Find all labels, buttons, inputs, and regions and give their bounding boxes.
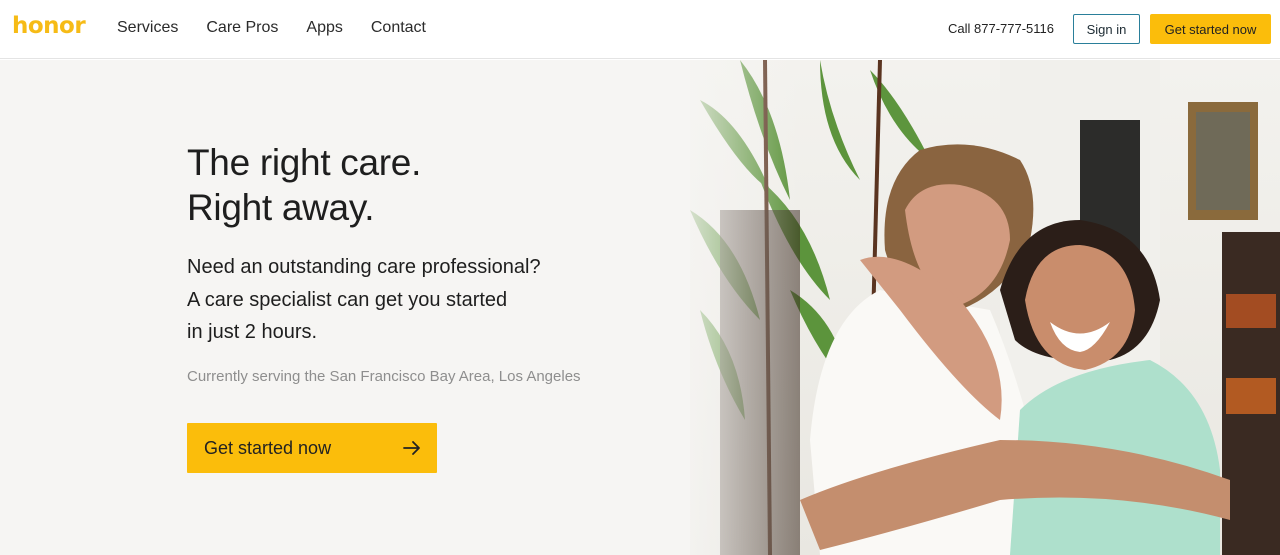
hero-section: The right care. Right away. Need an outs… — [0, 60, 1280, 555]
service-area-text: Currently serving the San Francisco Bay … — [187, 368, 581, 385]
nav-care-pros[interactable]: Care Pros — [206, 19, 278, 37]
subhead-line-2: A care specialist can get you started — [187, 288, 508, 311]
hero-subheading: Need an outstanding care professional? A… — [187, 251, 541, 349]
phone-link[interactable]: Call 877-777-5116 — [948, 21, 1054, 36]
headline-line-2: Right away. — [187, 187, 375, 228]
honor-logo[interactable]: honor — [12, 13, 86, 39]
site-header: honor Services Care Pros Apps Contact Ca… — [0, 0, 1280, 59]
hero-get-started-button[interactable]: Get started now — [187, 423, 437, 473]
header-get-started-button[interactable]: Get started now — [1150, 14, 1271, 44]
nav-services[interactable]: Services — [117, 19, 178, 37]
sign-in-button[interactable]: Sign in — [1073, 14, 1140, 44]
main-nav: Services Care Pros Apps Contact — [117, 19, 454, 37]
nav-apps[interactable]: Apps — [306, 19, 342, 37]
hero-cta-label: Get started now — [204, 437, 332, 458]
headline-line-1: The right care. — [187, 142, 422, 183]
nav-contact[interactable]: Contact — [371, 19, 426, 37]
subhead-line-3: in just 2 hours. — [187, 321, 318, 343]
subhead-line-1: Need an outstanding care professional? — [187, 256, 541, 278]
hero-headline: The right care. Right away. — [187, 140, 421, 230]
arrow-right-icon — [403, 441, 420, 455]
